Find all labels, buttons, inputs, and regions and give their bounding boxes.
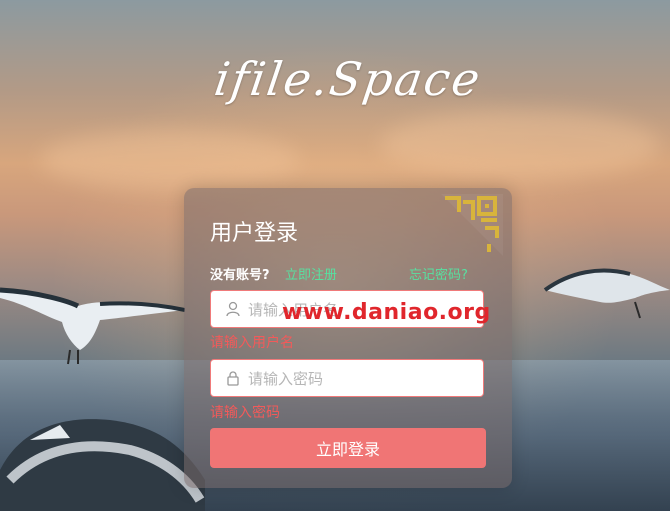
pelican-foreground (0, 419, 205, 511)
user-icon (224, 300, 242, 318)
watermark: www.daniao.org (282, 300, 491, 325)
seagull-left (0, 287, 185, 365)
no-account-label: 没有账号? (210, 268, 270, 283)
username-error: 请输入用户名 (210, 335, 294, 351)
seagull-right (543, 268, 670, 319)
password-field[interactable]: 请输入密码 (210, 359, 484, 397)
forgot-password-link[interactable]: 忘记密码? (409, 264, 468, 283)
cloud (40, 130, 300, 190)
qr-code-icon[interactable] (441, 194, 503, 256)
lock-icon (224, 369, 242, 387)
register-link[interactable]: 立即注册 (285, 264, 337, 283)
login-title: 用户登录 (210, 221, 299, 246)
brand-logo: ifile.Space (211, 52, 485, 106)
login-button[interactable]: 立即登录 (210, 428, 486, 468)
password-error: 请输入密码 (210, 405, 280, 421)
password-placeholder: 请输入密码 (248, 369, 324, 388)
